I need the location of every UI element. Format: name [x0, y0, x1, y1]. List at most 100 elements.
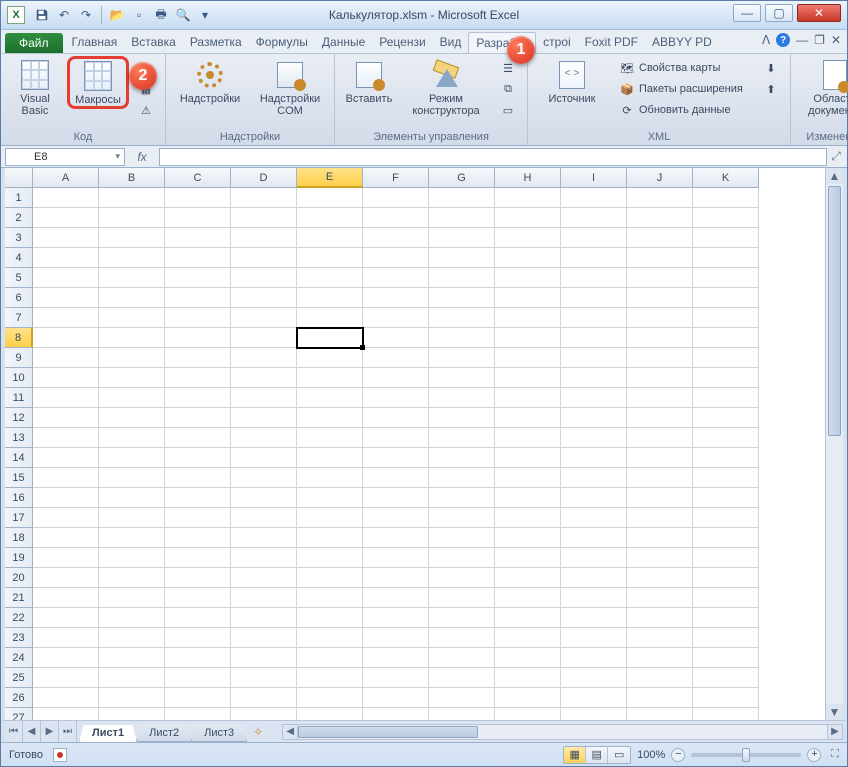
tab-abbyy pd[interactable]: ABBYY PD	[645, 32, 719, 53]
cell-G27[interactable]	[429, 708, 495, 720]
sheet-tab-Лист2[interactable]: Лист2	[136, 725, 192, 742]
cell-H19[interactable]	[495, 548, 561, 568]
cell-E13[interactable]	[297, 428, 363, 448]
zoom-in-button[interactable]: +	[807, 748, 821, 762]
cell-E20[interactable]	[297, 568, 363, 588]
cell-J8[interactable]	[627, 328, 693, 348]
cell-C25[interactable]	[165, 668, 231, 688]
cell-H21[interactable]	[495, 588, 561, 608]
cell-B20[interactable]	[99, 568, 165, 588]
file-tab[interactable]: Файл	[5, 33, 63, 53]
cell-I5[interactable]	[561, 268, 627, 288]
cell-E22[interactable]	[297, 608, 363, 628]
cell-J15[interactable]	[627, 468, 693, 488]
name-box[interactable]: E8	[5, 148, 125, 166]
cell-E17[interactable]	[297, 508, 363, 528]
cell-G2[interactable]	[429, 208, 495, 228]
page-layout-view-button[interactable]: ▤	[586, 747, 608, 763]
cell-I25[interactable]	[561, 668, 627, 688]
tab-разметка[interactable]: Разметка	[183, 32, 249, 53]
cell-A11[interactable]	[33, 388, 99, 408]
cell-D17[interactable]	[231, 508, 297, 528]
row-header-7[interactable]: 7	[5, 308, 33, 328]
cell-C23[interactable]	[165, 628, 231, 648]
cell-D8[interactable]	[231, 328, 297, 348]
col-header-F[interactable]: F	[363, 168, 429, 188]
cell-F7[interactable]	[363, 308, 429, 328]
cell-C20[interactable]	[165, 568, 231, 588]
cell-D6[interactable]	[231, 288, 297, 308]
cell-E1[interactable]	[297, 188, 363, 208]
cell-H13[interactable]	[495, 428, 561, 448]
cell-D25[interactable]	[231, 668, 297, 688]
com-addins-button[interactable]: Надстройки COM	[252, 56, 328, 118]
cell-A27[interactable]	[33, 708, 99, 720]
view-code-button[interactable]: ⧉	[495, 79, 521, 99]
row-header-11[interactable]: 11	[5, 388, 33, 408]
horizontal-scrollbar[interactable]: ◀ ▶	[282, 721, 843, 742]
cell-G9[interactable]	[429, 348, 495, 368]
cell-K26[interactable]	[693, 688, 759, 708]
col-header-E[interactable]: E	[297, 168, 363, 188]
cell-J19[interactable]	[627, 548, 693, 568]
row-header-13[interactable]: 13	[5, 428, 33, 448]
cell-G18[interactable]	[429, 528, 495, 548]
cell-E15[interactable]	[297, 468, 363, 488]
cell-I11[interactable]	[561, 388, 627, 408]
row-header-24[interactable]: 24	[5, 648, 33, 668]
cell-F26[interactable]	[363, 688, 429, 708]
zoom-slider-knob[interactable]	[742, 748, 750, 762]
scroll-left-icon[interactable]: ◀	[282, 724, 298, 740]
cell-D9[interactable]	[231, 348, 297, 368]
cell-G14[interactable]	[429, 448, 495, 468]
redo-icon[interactable]: ↷	[77, 6, 95, 24]
cell-A8[interactable]	[33, 328, 99, 348]
cell-D10[interactable]	[231, 368, 297, 388]
cell-H25[interactable]	[495, 668, 561, 688]
hscroll-thumb[interactable]	[298, 726, 478, 738]
row-header-23[interactable]: 23	[5, 628, 33, 648]
minimize-ribbon-icon[interactable]: ᐱ	[762, 33, 770, 47]
cell-K18[interactable]	[693, 528, 759, 548]
vertical-scrollbar[interactable]: ▲ ▼	[825, 168, 843, 720]
cell-B27[interactable]	[99, 708, 165, 720]
cell-G13[interactable]	[429, 428, 495, 448]
cell-G5[interactable]	[429, 268, 495, 288]
save-icon[interactable]	[33, 6, 51, 24]
cell-I21[interactable]	[561, 588, 627, 608]
cell-C24[interactable]	[165, 648, 231, 668]
cell-H8[interactable]	[495, 328, 561, 348]
cell-J25[interactable]	[627, 668, 693, 688]
cell-H11[interactable]	[495, 388, 561, 408]
cell-A5[interactable]	[33, 268, 99, 288]
cell-D24[interactable]	[231, 648, 297, 668]
row-header-4[interactable]: 4	[5, 248, 33, 268]
cell-E5[interactable]	[297, 268, 363, 288]
cell-D26[interactable]	[231, 688, 297, 708]
minimize-button[interactable]: —	[733, 4, 761, 22]
cell-B21[interactable]	[99, 588, 165, 608]
cell-D22[interactable]	[231, 608, 297, 628]
undo-icon[interactable]: ↶	[55, 6, 73, 24]
cell-F1[interactable]	[363, 188, 429, 208]
cell-F14[interactable]	[363, 448, 429, 468]
row-header-2[interactable]: 2	[5, 208, 33, 228]
cell-F9[interactable]	[363, 348, 429, 368]
cell-J17[interactable]	[627, 508, 693, 528]
cell-I17[interactable]	[561, 508, 627, 528]
cell-C7[interactable]	[165, 308, 231, 328]
cell-G25[interactable]	[429, 668, 495, 688]
sheet-tab-Лист1[interactable]: Лист1	[79, 725, 137, 742]
cell-F16[interactable]	[363, 488, 429, 508]
cell-D14[interactable]	[231, 448, 297, 468]
cell-G23[interactable]	[429, 628, 495, 648]
cell-A16[interactable]	[33, 488, 99, 508]
row-header-12[interactable]: 12	[5, 408, 33, 428]
cell-F10[interactable]	[363, 368, 429, 388]
cell-K12[interactable]	[693, 408, 759, 428]
close-button[interactable]: ✕	[797, 4, 841, 22]
cell-J18[interactable]	[627, 528, 693, 548]
cell-K16[interactable]	[693, 488, 759, 508]
cell-K22[interactable]	[693, 608, 759, 628]
cell-F6[interactable]	[363, 288, 429, 308]
